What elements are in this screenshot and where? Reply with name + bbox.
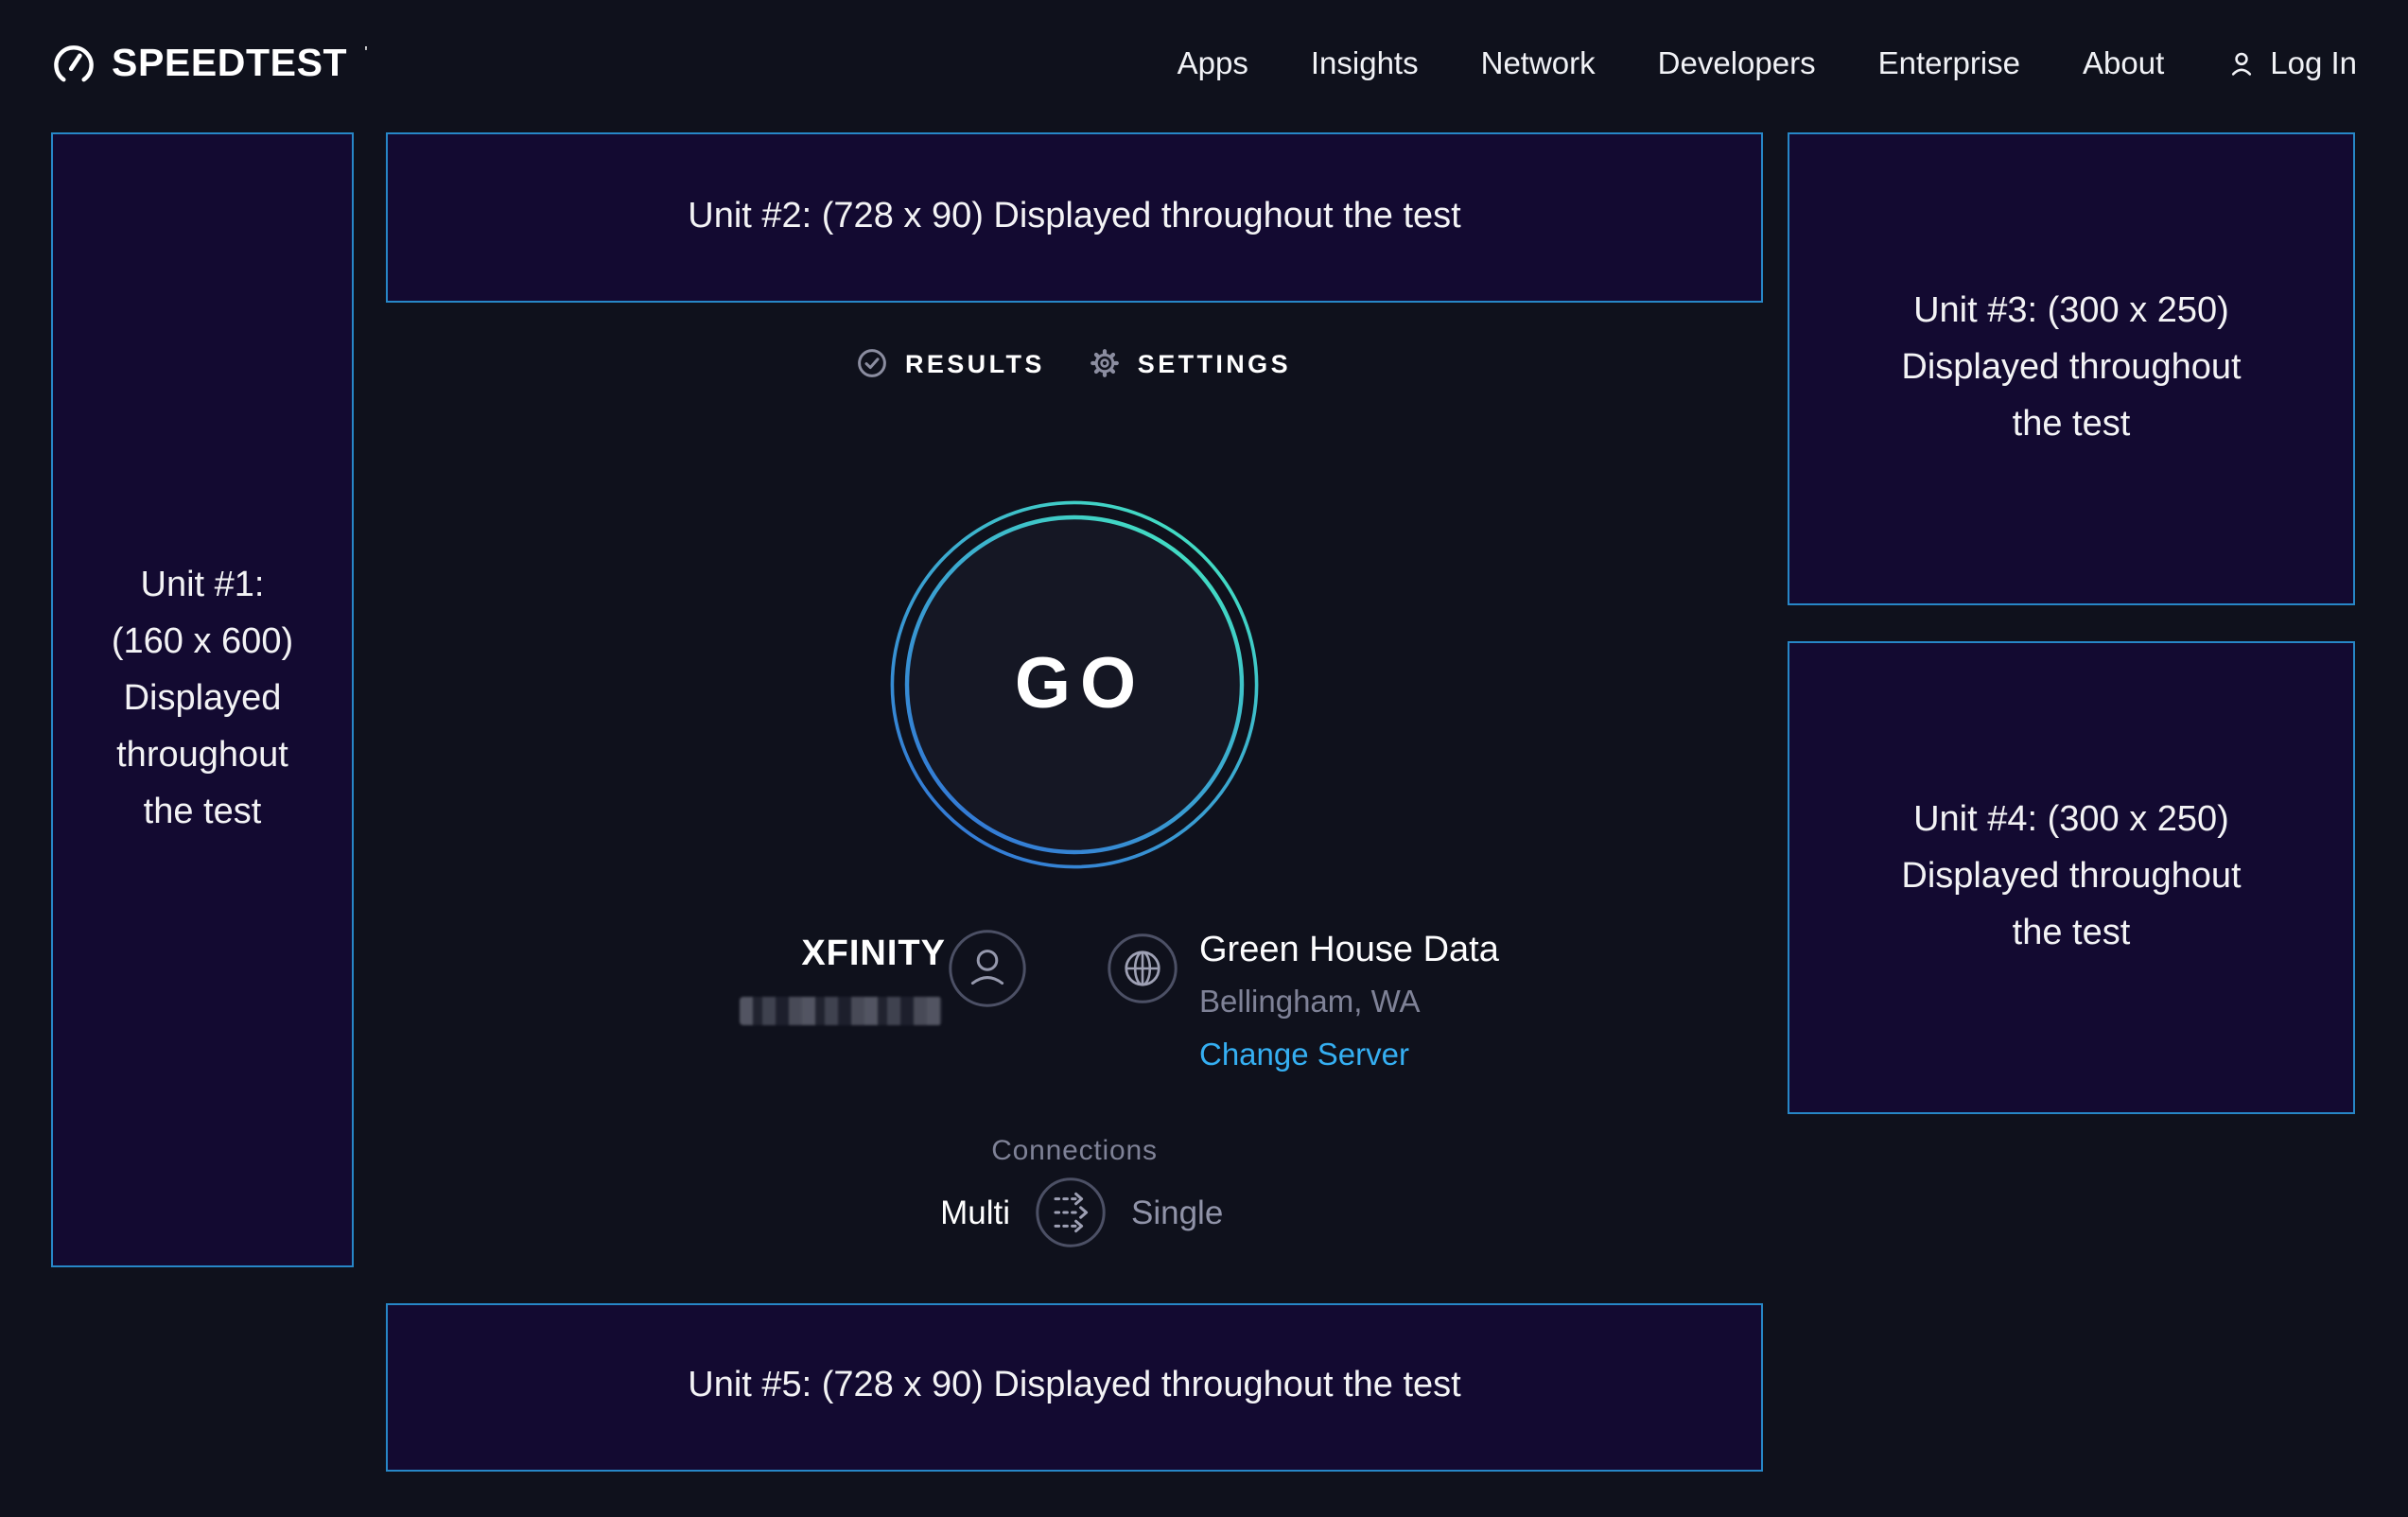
nav-item-insights[interactable]: Insights (1311, 46, 1419, 82)
connections-multi-option[interactable]: Multi (821, 1194, 1010, 1233)
go-label: GO (885, 496, 1264, 874)
nav-item-apps[interactable]: Apps (1178, 46, 1248, 82)
speedtest-logo[interactable]: SPEEDTEST ' (51, 42, 368, 87)
ad-unit-5[interactable]: Unit #5: (728 x 90) Displayed throughout… (386, 1303, 1763, 1472)
check-circle-icon (858, 348, 888, 378)
ad-unit-4-text: Unit #4: (300 x 250) Displayed throughou… (1901, 793, 2241, 963)
connections-label: Connections (386, 1135, 1763, 1167)
ad-unit-2[interactable]: Unit #2: (728 x 90) Displayed throughout… (386, 132, 1763, 303)
speedtest-page: SPEEDTEST ' Apps Insights Network Develo… (0, 0, 2408, 1517)
server-globe-icon (1107, 933, 1178, 1004)
gear-icon (1091, 348, 1121, 378)
server-location: Bellingham, WA (1199, 985, 1499, 1021)
tab-results-label: RESULTS (905, 349, 1045, 377)
tab-settings-label: SETTINGS (1138, 349, 1291, 377)
ad-unit-2-text: Unit #2: (728 x 90) Displayed throughout… (688, 189, 1461, 246)
ad-unit-3-text: Unit #3: (300 x 250) Displayed throughou… (1901, 284, 2241, 454)
nav-item-enterprise[interactable]: Enterprise (1878, 46, 2020, 82)
ad-unit-4[interactable]: Unit #4: (300 x 250) Displayed throughou… (1788, 641, 2355, 1114)
go-button[interactable]: GO (885, 496, 1264, 874)
ad-unit-1[interactable]: Unit #1: (160 x 600) Displayed throughou… (51, 132, 354, 1267)
user-icon (2226, 49, 2257, 79)
ad-unit-1-text: Unit #1: (160 x 600) Displayed throughou… (112, 558, 293, 842)
view-tabs: RESULTS SETTINGS (386, 348, 1763, 378)
login-label: Log In (2270, 46, 2357, 82)
server-info: Green House Data Bellingham, WA Change S… (1199, 931, 1499, 1074)
connections-toggle-icon[interactable] (1035, 1177, 1107, 1248)
isp-user-icon (948, 929, 1027, 1008)
nav-item-about[interactable]: About (2083, 46, 2164, 82)
ad-unit-3[interactable]: Unit #3: (300 x 250) Displayed throughou… (1788, 132, 2355, 605)
trademark-mark: ' (364, 44, 367, 62)
main-nav: Apps Insights Network Developers Enterpr… (1178, 46, 2357, 82)
logo-wordmark: SPEEDTEST (112, 42, 347, 87)
connections-single-option[interactable]: Single (1131, 1194, 1223, 1233)
isp-name: XFINITY (605, 934, 946, 976)
nav-item-developers[interactable]: Developers (1658, 46, 1816, 82)
change-server-link[interactable]: Change Server (1199, 1038, 1499, 1074)
server-name: Green House Data (1199, 931, 1499, 972)
top-nav-bar: SPEEDTEST ' Apps Insights Network Develo… (0, 0, 2408, 129)
isp-censored-address (740, 997, 942, 1025)
tab-results[interactable]: RESULTS (858, 348, 1045, 378)
gauge-icon (51, 42, 96, 87)
login-button[interactable]: Log In (2226, 46, 2357, 82)
tab-settings[interactable]: SETTINGS (1091, 348, 1291, 378)
nav-item-network[interactable]: Network (1481, 46, 1596, 82)
ad-unit-5-text: Unit #5: (728 x 90) Displayed throughout… (688, 1359, 1461, 1416)
